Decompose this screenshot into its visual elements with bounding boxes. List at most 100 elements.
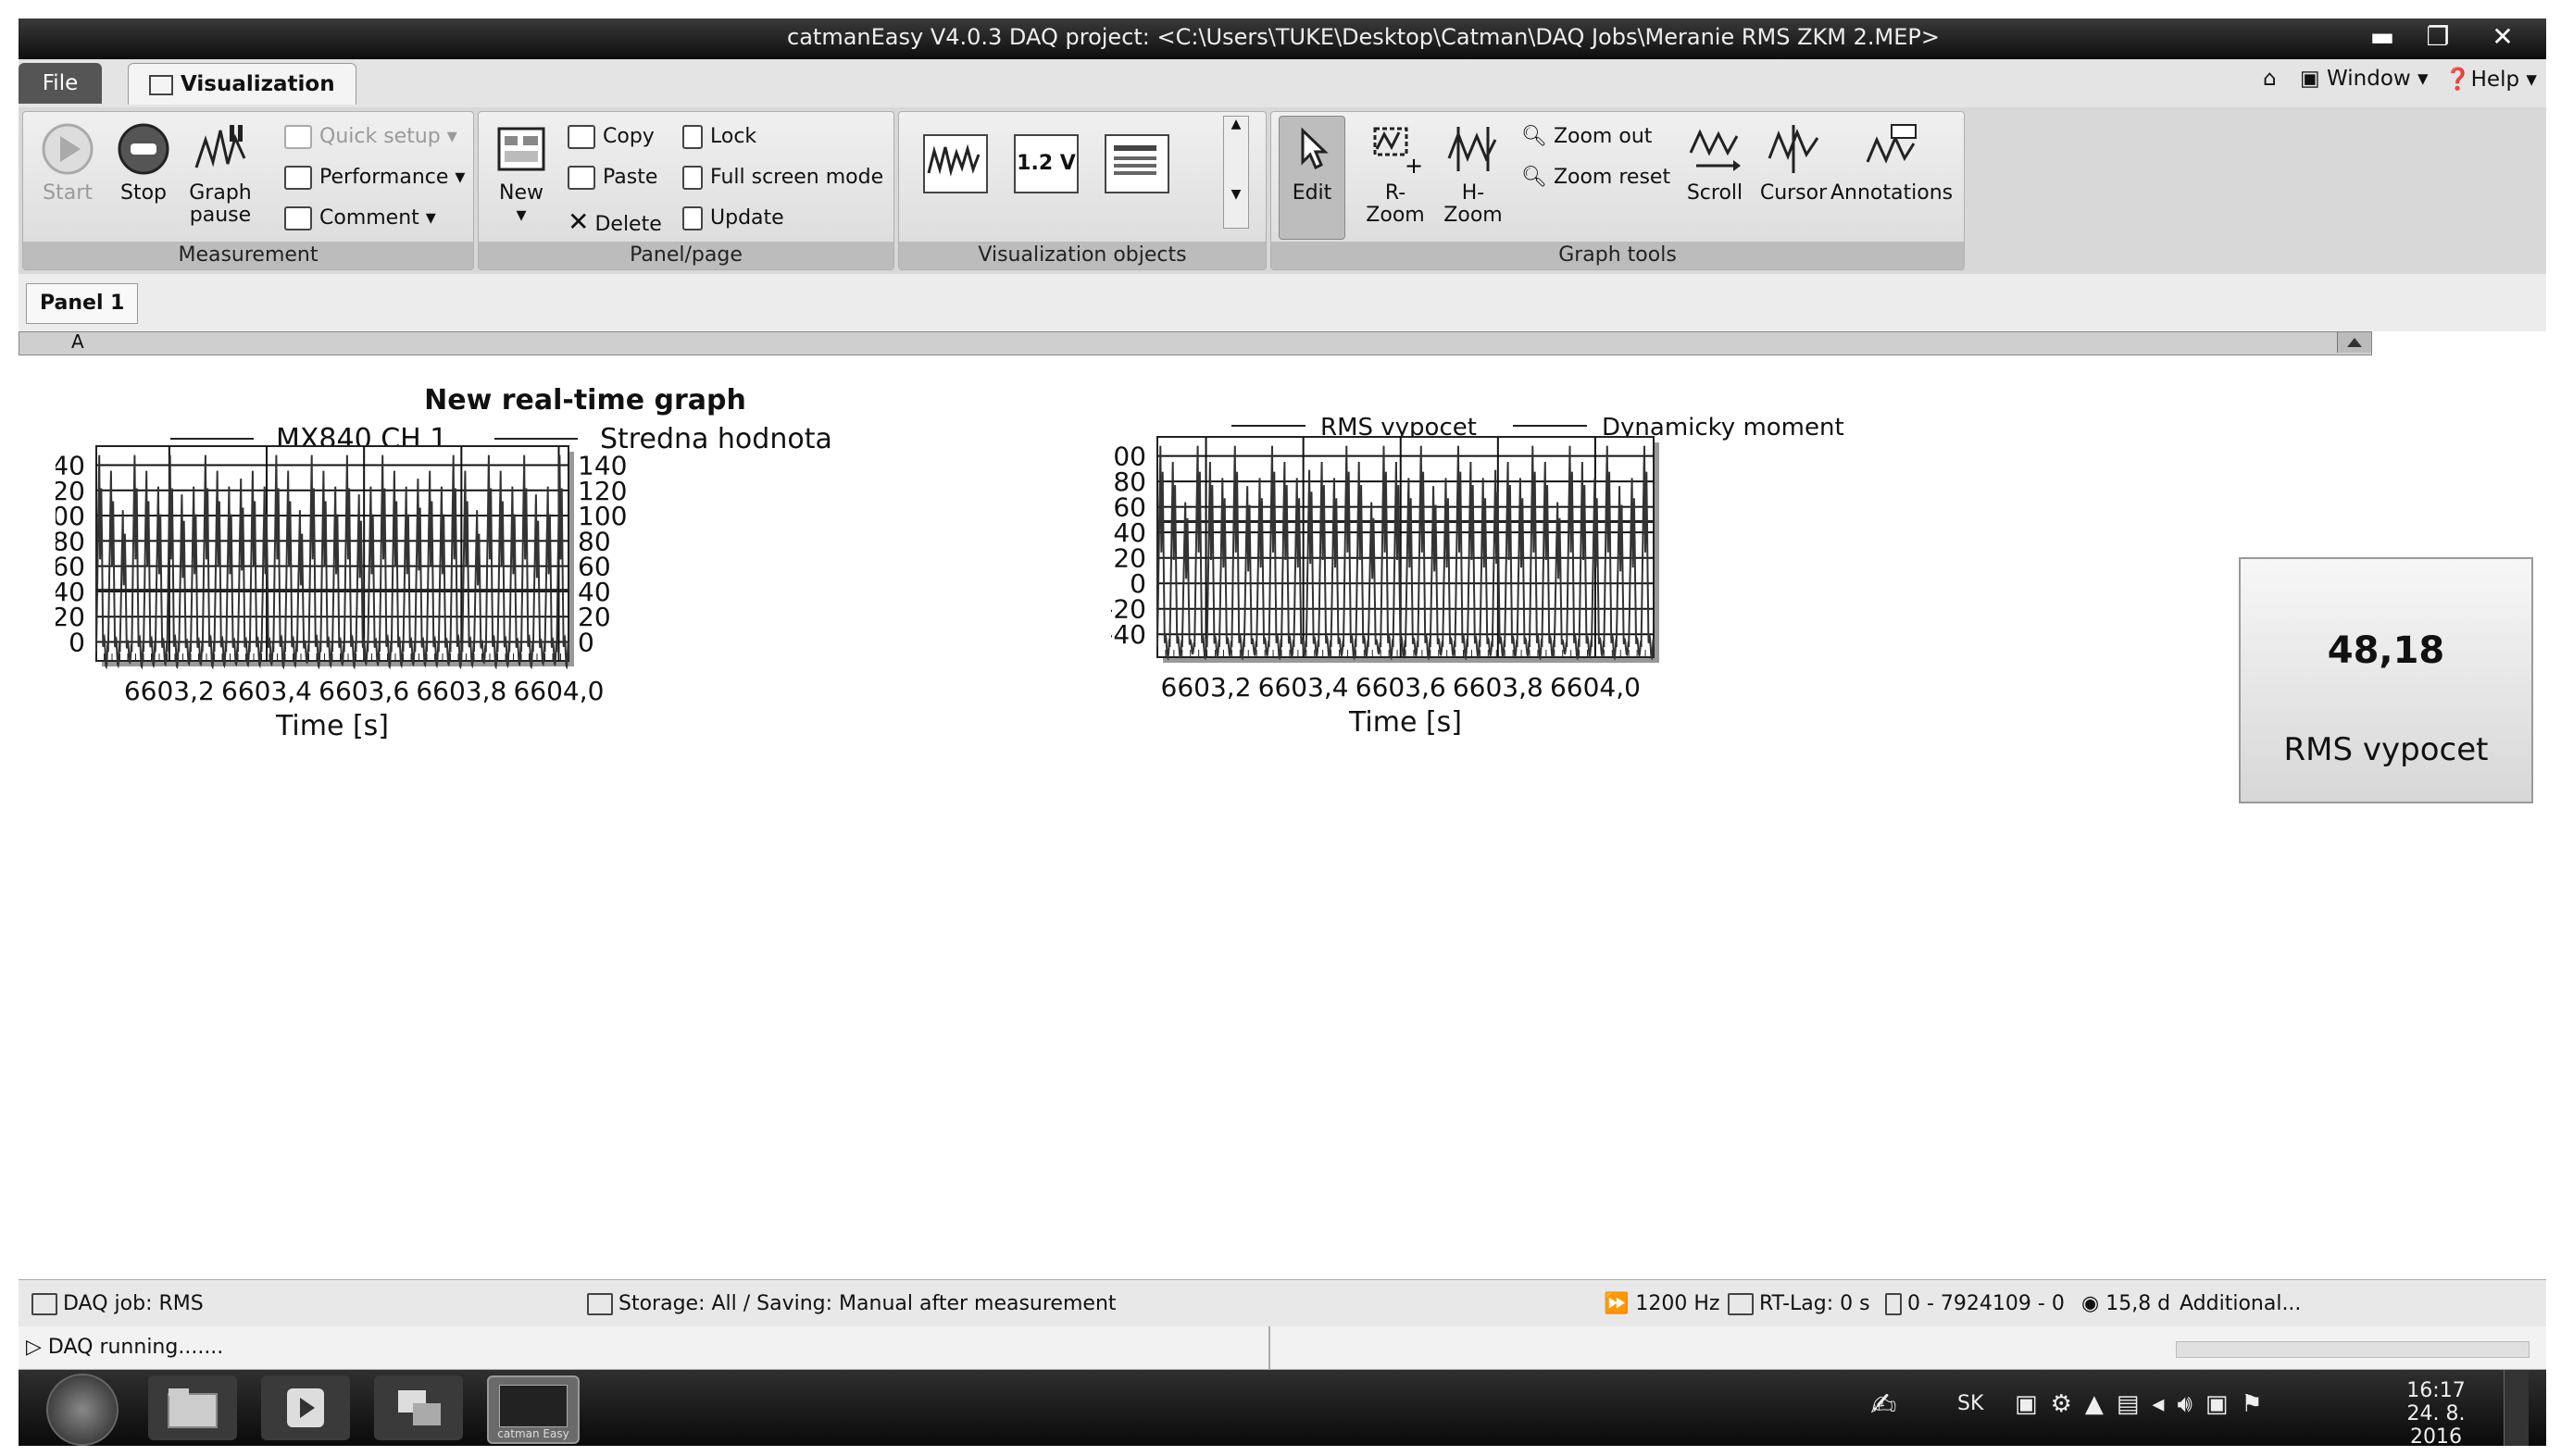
play-icon (42, 123, 94, 175)
xtick-label-4: 6604,0 (513, 676, 604, 706)
tab-panel-1[interactable]: Panel 1 (26, 283, 139, 324)
cursor-label: Cursor (1759, 181, 1828, 205)
additional-button[interactable]: Additional... (2180, 1292, 2301, 1315)
stop-label: Stop (119, 181, 167, 205)
play-small-icon: ▷ (26, 1336, 48, 1359)
range-status: 0 - 7924109 - 0 (1885, 1292, 2065, 1315)
full-screen-button[interactable]: Full screen mode (682, 166, 883, 190)
rt-lag-label: RT-Lag: 0 s (1759, 1292, 1870, 1315)
ytick-label-right-7: 140 (578, 450, 627, 480)
menu-bar: File Visualization ⌂ ▣ Window ▾ ❓Help ▾ (19, 59, 2546, 108)
scroll-down-icon[interactable]: ▼ (1224, 187, 1248, 202)
tab-file[interactable]: File (19, 63, 102, 104)
group-panel-page-label: Panel/page (479, 242, 893, 269)
collapse-ribbon-icon[interactable]: ⌂ (2263, 67, 2277, 91)
status-divider (1268, 1326, 1270, 1369)
annotations-label: Annotations (1830, 181, 1954, 205)
taskbar-network-icon[interactable] (374, 1375, 463, 1440)
table-object-button[interactable] (1105, 134, 1169, 193)
disk-label: 15,8 d (2105, 1292, 2171, 1315)
xtick-label-2: 6603,6 (1355, 672, 1446, 703)
quick-setup-label: Quick setup (319, 125, 441, 148)
zoom-out-label: Zoom out (1553, 125, 1653, 148)
panel-scrollbar[interactable]: A (19, 330, 2372, 355)
storage-label: Storage: All / Saving: Manual after meas… (618, 1292, 1117, 1315)
daq-running-label: DAQ running....... (47, 1336, 224, 1359)
stop-button[interactable]: Stop (116, 121, 171, 205)
zoom-reset-label: Zoom reset (1553, 166, 1671, 189)
quick-setup-button[interactable]: Quick setup ▾ (284, 125, 457, 149)
chart-rms-graph[interactable]: RMS vypocet Dynamicky moment -40-2002040… (1111, 370, 2204, 1259)
clock[interactable]: 16:17 24. 8. 2016 (2385, 1379, 2487, 1449)
graph-object-button[interactable] (923, 134, 988, 193)
graph-pause-icon (194, 125, 246, 168)
annotations-button[interactable]: Annotations (1830, 121, 1953, 205)
digital-display-object-button[interactable]: 1.2 V (1014, 134, 1079, 193)
tab-visualization[interactable]: Visualization (128, 63, 356, 105)
help-menu[interactable]: ❓Help ▾ (2444, 67, 2537, 92)
status-bar-running: ▷ DAQ running....... (19, 1326, 2546, 1370)
lock-label: Lock (710, 125, 757, 148)
daq-job-status[interactable]: DAQ job: RMS (31, 1292, 204, 1315)
h-zoom-button[interactable]: H-Zoom (1436, 121, 1510, 227)
language-indicator[interactable]: SK (1957, 1392, 1983, 1415)
taskbar-catman-icon[interactable]: catman Easy (487, 1375, 580, 1444)
new-button[interactable]: New ▾ (492, 121, 551, 227)
zoom-reset-icon: 🔍︎ (1521, 166, 1554, 189)
taskbar-explorer-icon[interactable] (148, 1375, 237, 1440)
triangle-up-icon (2347, 338, 2362, 347)
h-zoom-label: H-Zoom (1443, 181, 1503, 227)
chart1-title: New real-time graph (424, 384, 746, 417)
copy-label: Copy (603, 125, 655, 148)
cursor-button[interactable]: Cursor (1758, 121, 1829, 205)
gallery-scroll[interactable]: ▲ ▼ (1223, 116, 1249, 229)
minimize-button[interactable]: ▬ (2355, 20, 2409, 54)
copy-button[interactable]: Copy (568, 125, 655, 149)
xtick-label-3: 6603,8 (416, 676, 506, 706)
paste-button[interactable]: Paste (568, 166, 657, 190)
tab-visualization-label: Visualization (181, 72, 335, 96)
graph-pause-button[interactable]: Graph pause (188, 121, 253, 227)
chart-realtime-graph[interactable]: New real-time graph MX840 CH 1 Stredna h… (56, 370, 1056, 1259)
annotations-icon (1866, 124, 1917, 164)
r-zoom-label: R-Zoom (1366, 181, 1425, 227)
display-value: 48,18 (2327, 629, 2445, 672)
digital-display[interactable]: 48,18 RMS vypocet (2239, 557, 2533, 803)
group-measurement: Start Stop Graph pause Quick setup ▾ Per… (22, 111, 474, 270)
tray-icons[interactable]: ▣⚙▲▤◂🔊︎▣⚑ (2015, 1390, 2276, 1419)
paste-icon (568, 166, 595, 190)
expand-up-icon[interactable] (2337, 332, 2371, 353)
update-button[interactable]: Update (682, 206, 784, 230)
panel-tab-bar: Panel 1 (19, 274, 2546, 331)
group-graph-tools: Edit + R-Zoom H-Zoom 🔍︎ Zoom out 🔍︎ Zoom… (1270, 111, 1965, 270)
copy-icon (568, 125, 595, 149)
comment-button[interactable]: Comment ▾ (284, 206, 436, 230)
start-button[interactable]: Start (40, 121, 95, 205)
start-orb-icon[interactable] (46, 1374, 119, 1446)
taskbar: catman Easy ✍ SK ▣⚙▲▤◂🔊︎▣⚑ 16:17 24. 8. … (19, 1370, 2546, 1449)
zoom-reset-button[interactable]: 🔍︎ Zoom reset (1521, 166, 1670, 189)
performance-button[interactable]: Performance ▾ (284, 166, 465, 190)
edit-button[interactable]: Edit (1282, 121, 1342, 205)
lock-button[interactable]: Lock (682, 125, 756, 149)
group-measurement-label: Measurement (23, 242, 473, 269)
storage-status[interactable]: Storage: All / Saving: Manual after meas… (587, 1292, 1117, 1315)
taskbar-media-icon[interactable] (261, 1375, 350, 1440)
zoom-out-button[interactable]: 🔍︎ Zoom out (1521, 125, 1652, 148)
clock-time: 16:17 (2406, 1379, 2466, 1402)
new-panel-icon (497, 127, 545, 171)
maximize-button[interactable]: ❐ (2411, 20, 2465, 54)
scroll-label: Scroll (1686, 181, 1743, 205)
pen-input-icon[interactable]: ✍ (1870, 1387, 1897, 1424)
quick-setup-icon (284, 125, 312, 149)
show-desktop-button[interactable] (2504, 1370, 2529, 1446)
scroll-up-icon[interactable]: ▲ (1224, 117, 1248, 131)
delete-button[interactable]: ✕ Delete (568, 206, 662, 237)
window-menu[interactable]: ▣ Window ▾ (2300, 67, 2429, 91)
scroll-button[interactable]: Scroll (1682, 121, 1747, 205)
waveform-icon (927, 143, 981, 177)
r-zoom-button[interactable]: + R-Zoom (1358, 121, 1432, 227)
close-button[interactable]: ✕ (2476, 20, 2530, 54)
performance-label: Performance (319, 166, 449, 189)
paste-label: Paste (603, 166, 658, 189)
